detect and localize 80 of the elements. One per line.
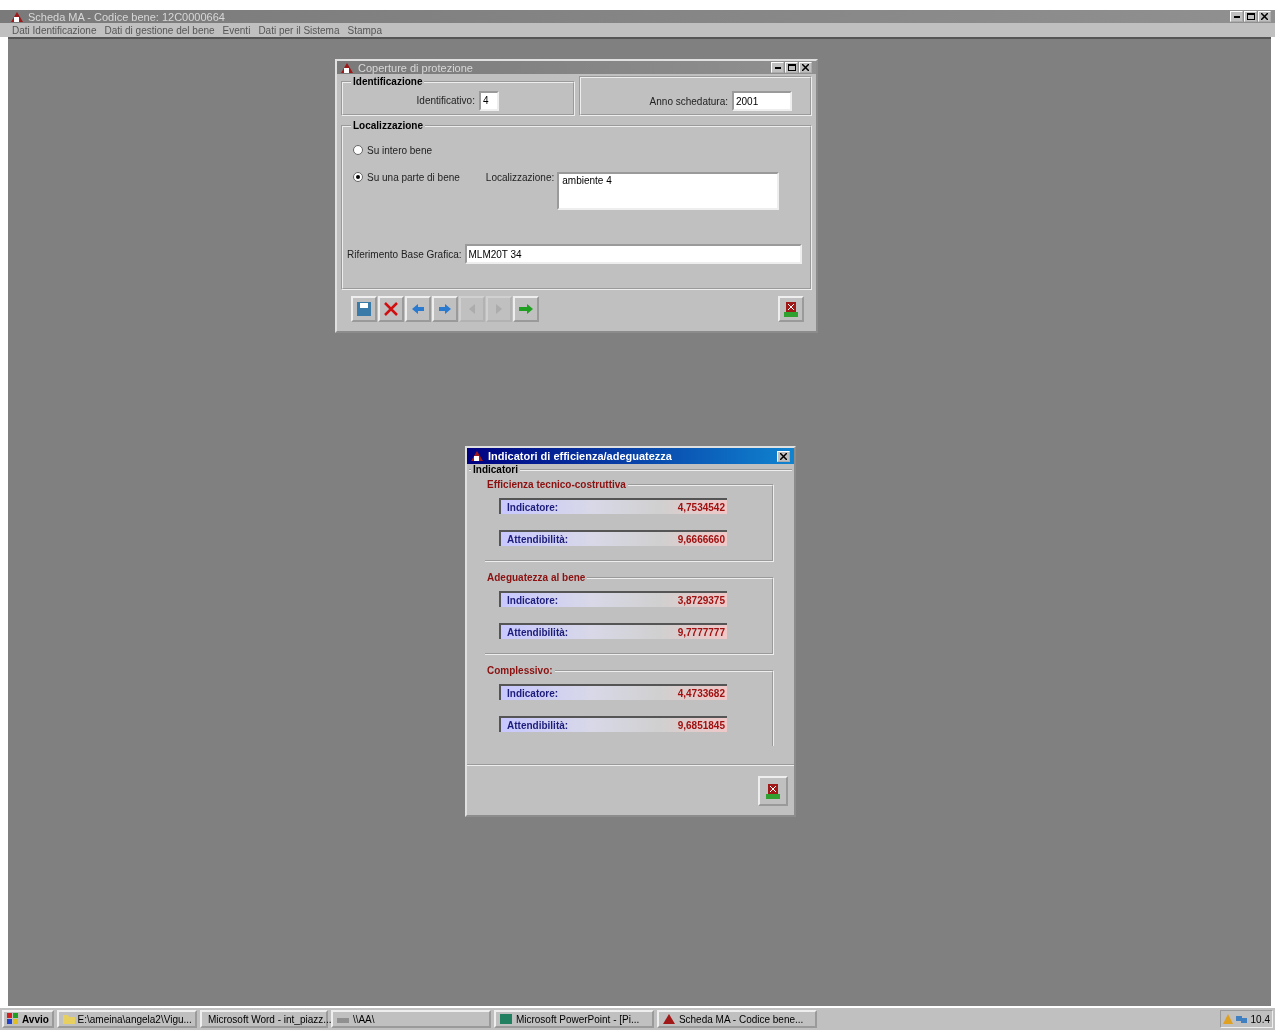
minimize-icon <box>1233 15 1240 18</box>
indicator-value: 9,6851845 <box>677 719 725 731</box>
arrow-left-icon <box>410 301 426 317</box>
taskbar-button[interactable]: E:\ameina\angela2\Vigu... <box>56 1010 197 1028</box>
minimize-button[interactable] <box>771 62 784 73</box>
close-button[interactable] <box>799 62 812 73</box>
close-icon <box>780 452 787 460</box>
field-label: Anno schedatura: <box>649 95 728 107</box>
exit-button[interactable] <box>758 776 788 806</box>
house-icon <box>340 61 354 74</box>
radio-button[interactable] <box>353 145 363 155</box>
indicator-value: 9,7777777 <box>677 626 725 638</box>
close-button[interactable] <box>1258 11 1271 22</box>
toolbar-button[interactable] <box>351 296 377 322</box>
field-label: Identificativo: <box>416 95 475 106</box>
menu-item[interactable]: Eventi <box>222 24 251 36</box>
house-icon <box>661 1013 676 1025</box>
menu-item[interactable]: Dati di gestione del bene <box>104 24 215 36</box>
indicator-label: Indicatore: <box>507 687 559 699</box>
location-field[interactable]: ambiente 4 <box>557 172 780 210</box>
indicator-value: 9,6666660 <box>677 533 725 545</box>
toolbar-button[interactable] <box>378 296 404 322</box>
indicator-label: Indicatore: <box>507 594 559 606</box>
radio-button[interactable] <box>353 172 363 182</box>
menu-item[interactable]: Dati Identificazione <box>12 24 97 36</box>
close-icon <box>383 301 399 317</box>
indicator-value: 4,7534542 <box>677 501 725 513</box>
folder-icon <box>61 1013 75 1025</box>
indicator-label: Attendibilità: <box>507 626 569 638</box>
start-button[interactable]: Avvio <box>2 1010 54 1028</box>
group-title: Indicatori <box>472 464 519 475</box>
group-title: Identificazione <box>352 76 424 87</box>
group-title: Adeguatezza al bene <box>486 572 587 583</box>
minimize-icon <box>774 66 781 69</box>
toolbar-button[interactable] <box>432 296 458 322</box>
network-icon <box>1235 1014 1248 1024</box>
house-icon <box>10 10 24 23</box>
close-button[interactable] <box>777 450 790 462</box>
warning-icon <box>1222 1014 1233 1024</box>
group-title: Efficienza tecnico-costruttiva <box>486 479 627 490</box>
clock: 10.4 <box>1250 1013 1270 1025</box>
close-icon <box>1261 13 1268 20</box>
arrow-right-icon <box>437 301 453 317</box>
group-title: Localizzazione <box>352 120 424 131</box>
windows-logo-icon <box>7 1013 19 1025</box>
exit-icon <box>764 782 782 800</box>
menu-item[interactable]: Dati per il Sistema <box>258 24 340 36</box>
indicator-value: 4,4733682 <box>677 687 725 699</box>
menu-item[interactable]: Stampa <box>347 24 382 36</box>
field-label: Riferimento Base Grafica: <box>347 248 462 260</box>
radio-label: Su una parte di bene <box>367 172 460 183</box>
house-icon <box>470 450 484 462</box>
window-title: Scheda MA - Codice bene: 12C0000664 <box>28 10 226 23</box>
minimize-button[interactable] <box>1230 11 1243 22</box>
maximize-icon <box>787 64 796 71</box>
group-title: Complessivo: <box>486 665 554 676</box>
close-icon <box>802 64 809 71</box>
taskbar-button[interactable]: Microsoft PowerPoint - [Pi... <box>493 1010 654 1028</box>
arrow-right-icon <box>518 301 534 317</box>
maximize-icon <box>1246 13 1255 20</box>
indicator-label: Attendibilità: <box>507 719 569 731</box>
indicator-label: Attendibilità: <box>507 533 569 545</box>
toolbar-button[interactable] <box>513 296 539 322</box>
exit-button[interactable] <box>778 296 804 322</box>
slide-icon <box>498 1013 513 1025</box>
window-title: Indicatori di efficienza/adeguatezza <box>488 450 673 462</box>
maximize-button[interactable] <box>785 62 798 73</box>
id-field[interactable]: 4 <box>478 90 499 111</box>
year-field[interactable]: 2001 <box>732 91 792 111</box>
radio-label: Su intero bene <box>367 145 433 156</box>
reference-field[interactable]: MLM20T 34 <box>464 244 802 264</box>
exit-icon <box>782 300 800 318</box>
indicator-value: 3,8729375 <box>677 594 725 606</box>
window-title: Coperture di protezione <box>358 61 474 74</box>
indicator-label: Indicatore: <box>507 501 559 513</box>
toolbar-button[interactable] <box>405 296 431 322</box>
taskbar-button[interactable]: Scheda MA - Codice bene... <box>656 1010 817 1028</box>
maximize-button[interactable] <box>1244 11 1257 22</box>
field-label: Localizzazione: <box>485 172 555 185</box>
taskbar-button[interactable]: \\AA\ <box>330 1010 491 1028</box>
